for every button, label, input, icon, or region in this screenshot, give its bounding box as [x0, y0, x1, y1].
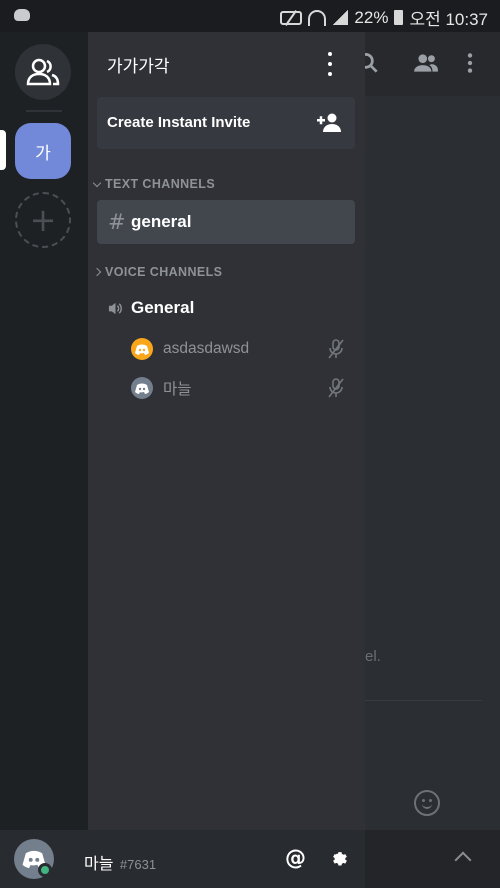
friends-icon	[26, 58, 60, 86]
online-status-indicator	[38, 863, 52, 877]
battery-icon	[394, 10, 404, 25]
discord-logo-icon	[135, 383, 149, 394]
discord-logo-icon	[135, 344, 149, 355]
user-panel: 마늘 #7631 @	[0, 830, 365, 888]
chat-message-fragment: el.	[365, 648, 381, 665]
create-invite-button[interactable]: Create Instant Invite	[97, 97, 355, 149]
discord-notification-icon	[14, 9, 30, 21]
text-channels-category[interactable]: TEXT CHANNELS	[92, 177, 216, 191]
selected-guild-indicator	[0, 130, 6, 170]
voice-user[interactable]: asdasdawsd	[131, 335, 345, 363]
voice-channel-name: General	[131, 298, 195, 317]
voice-channel-general[interactable]: General	[108, 298, 194, 318]
mic-muted-icon	[328, 378, 344, 398]
status-indicators: 22% 오전 10:37	[280, 5, 488, 30]
server-name[interactable]: 가가가각	[107, 52, 170, 77]
guild-icon[interactable]: 가	[15, 123, 71, 179]
voice-user-name: asdasdawsd	[163, 340, 250, 357]
avatar	[131, 377, 153, 399]
category-label: TEXT CHANNELS	[105, 177, 216, 191]
clock: 오전 10:37	[409, 10, 488, 29]
channel-name: general	[131, 212, 192, 231]
create-invite-label: Create Instant Invite	[107, 114, 251, 131]
voice-user-name: 마늘	[163, 381, 192, 398]
mic-muted-icon	[328, 339, 344, 359]
hash-icon: #	[108, 210, 126, 234]
category-label: VOICE CHANNELS	[105, 265, 223, 279]
chat-divider	[365, 700, 482, 701]
chat-footer	[365, 830, 500, 888]
channel-drawer: 가가가각 Create Instant Invite TEXT CHANNELS…	[88, 32, 365, 830]
vibrate-icon	[280, 10, 303, 25]
wifi-icon	[308, 9, 327, 26]
username: 마늘 #7631	[84, 850, 156, 874]
username-text: 마늘	[84, 856, 114, 873]
overflow-menu-icon[interactable]	[457, 50, 483, 76]
emoji-icon[interactable]	[414, 790, 440, 816]
voice-user[interactable]: 마늘	[131, 374, 345, 402]
settings-gear-icon[interactable]	[330, 849, 350, 869]
speaker-icon	[108, 302, 122, 314]
chat-header	[357, 32, 500, 96]
chevron-down-icon	[92, 178, 102, 187]
signal-icon	[332, 10, 349, 25]
avatar	[131, 338, 153, 360]
rail-separator	[26, 110, 62, 112]
members-icon[interactable]	[413, 50, 439, 76]
direct-messages-button[interactable]	[15, 44, 71, 100]
discriminator: #7631	[119, 857, 157, 872]
channel-general[interactable]: # general	[97, 200, 355, 244]
add-person-icon	[317, 113, 341, 132]
add-server-button[interactable]: +	[15, 192, 71, 248]
chevron-right-icon	[92, 267, 102, 277]
status-bar: 22% 오전 10:37	[0, 0, 500, 32]
server-menu-icon[interactable]	[325, 52, 335, 76]
voice-channels-category[interactable]: VOICE CHANNELS	[92, 265, 223, 279]
mentions-button[interactable]: @	[285, 846, 306, 870]
guild-rail: 가 +	[0, 32, 88, 830]
battery-percent: 22%	[354, 7, 389, 27]
